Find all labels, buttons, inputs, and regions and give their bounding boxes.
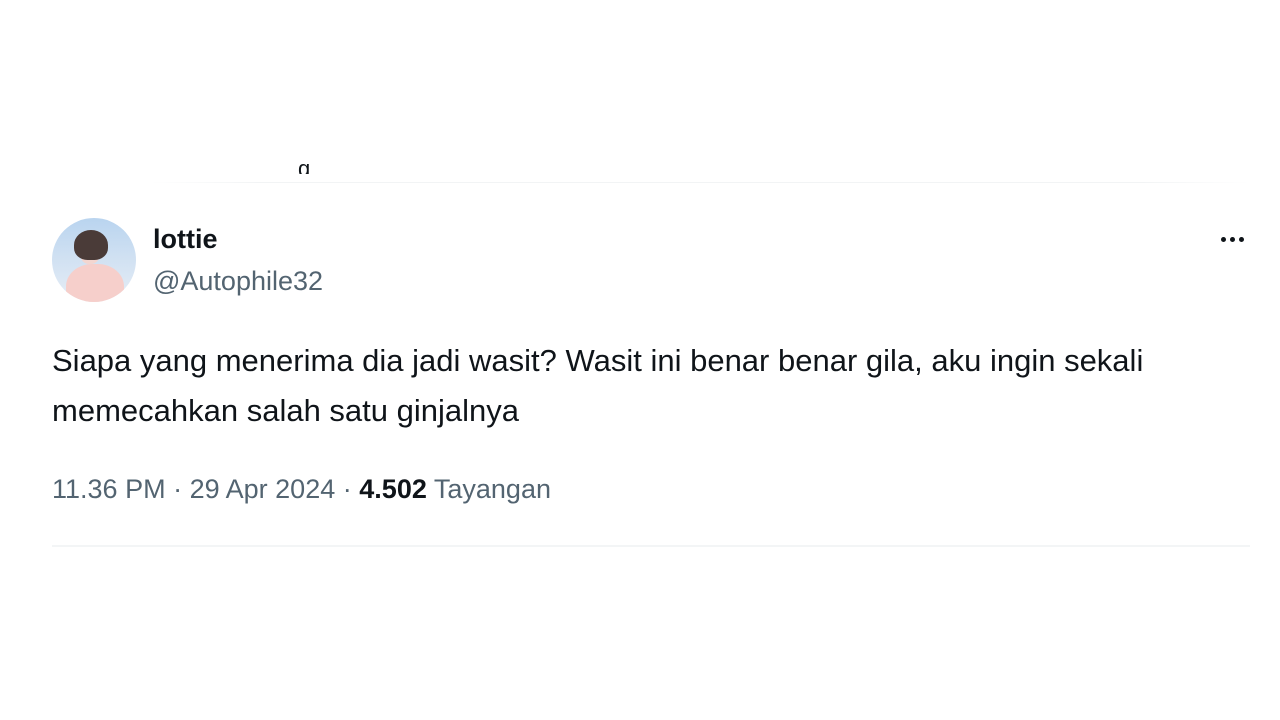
bottom-divider [52,545,1250,547]
more-horizontal-icon[interactable] [1214,226,1250,252]
meta-separator: · [342,474,352,504]
top-divider [150,182,1250,183]
views-count: 4.502 [359,474,427,504]
views-label: Tayangan [433,474,551,504]
user-handle[interactable]: @Autophile32 [153,264,323,298]
tweet-text: Siapa yang menerima dia jadi wasit? Wasi… [52,343,1144,428]
tweet-time[interactable]: 11.36 PM [52,474,166,504]
more-dot [1220,236,1226,242]
avatar-figure-hair [74,230,108,260]
tweet-meta: 11.36 PM · 29 Apr 2024 · 4.502 Tayangan [52,472,551,506]
avatar[interactable] [52,218,136,302]
more-dot [1229,236,1235,242]
tweet-date[interactable]: 29 Apr 2024 [190,474,336,504]
previous-row-text-remnant: g [298,164,326,174]
meta-separator: · [173,474,183,504]
more-dot [1238,236,1244,242]
avatar-figure-body [66,264,124,302]
tweet-card: lottie @Autophile32 Siapa yang menerima … [52,214,1250,548]
display-name[interactable]: lottie [153,222,218,256]
tweet-screenshot: g lottie @Autophile32 Siapa yang menerim… [0,0,1280,720]
